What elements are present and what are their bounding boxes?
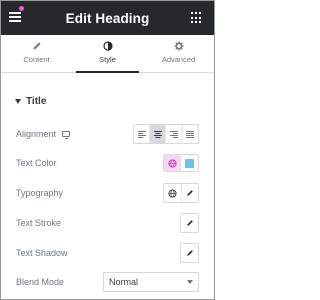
panel-title: Edit Heading	[65, 10, 150, 26]
grid-icon[interactable]	[191, 12, 203, 24]
text-color-picker	[163, 154, 199, 172]
align-center-icon	[153, 130, 162, 138]
align-right-icon	[169, 130, 178, 138]
text-shadow-control: Text Shadow	[16, 242, 199, 264]
typography-actions	[163, 183, 199, 203]
globe-icon	[168, 158, 177, 168]
contrast-icon	[102, 41, 113, 51]
global-typography-button[interactable]	[164, 184, 181, 202]
panel-tabs: Content Style Advanced	[1, 35, 214, 73]
edit-text-stroke-button[interactable]	[180, 213, 199, 233]
hamburger-icon[interactable]	[9, 10, 23, 24]
tab-advanced[interactable]: Advanced	[143, 35, 214, 72]
notification-dot	[19, 6, 24, 11]
caret-down-icon	[15, 99, 21, 104]
tab-content[interactable]: Content	[1, 35, 72, 72]
blend-mode-label: Blend Mode	[16, 277, 65, 287]
tab-label-style: Style	[99, 55, 116, 64]
text-shadow-label: Text Shadow	[16, 248, 68, 258]
gear-icon	[174, 41, 183, 51]
global-color-button[interactable]	[164, 155, 181, 171]
pencil-icon	[33, 42, 40, 50]
section-title: Title	[26, 96, 47, 107]
align-center-button[interactable]	[150, 125, 166, 143]
alignment-label: Alignment	[16, 129, 57, 139]
pencil-icon	[186, 250, 193, 256]
alignment-control: Alignment	[16, 123, 199, 145]
chevron-down-icon	[187, 280, 193, 284]
text-color-control: Text Color	[16, 152, 199, 174]
align-right-button[interactable]	[166, 125, 182, 143]
tab-label-content: Content	[23, 55, 50, 64]
tab-style[interactable]: Style	[72, 35, 143, 73]
text-stroke-control: Text Stroke	[16, 212, 199, 234]
edit-text-shadow-button[interactable]	[180, 243, 199, 263]
edit-typography-button[interactable]	[180, 184, 199, 202]
blend-mode-control: Blend Mode Normal	[16, 271, 199, 293]
align-justify-button[interactable]	[182, 125, 198, 143]
typography-label: Typography	[16, 188, 64, 198]
align-left-icon	[137, 130, 146, 138]
panel-header: Edit Heading	[1, 1, 214, 35]
color-swatch-button[interactable]	[181, 155, 198, 171]
pencil-icon	[186, 190, 193, 196]
globe-icon	[168, 188, 177, 198]
blend-mode-select[interactable]: Normal	[103, 272, 199, 292]
align-justify-icon	[186, 130, 194, 138]
alignment-choices	[133, 124, 199, 144]
editor-panel: Edit Heading Content Style Advanced Titl…	[0, 0, 215, 300]
section-title-toggle[interactable]: Title	[15, 96, 46, 107]
text-stroke-label: Text Stroke	[16, 218, 62, 228]
text-color-label: Text Color	[16, 158, 57, 168]
tab-label-advanced: Advanced	[161, 55, 196, 64]
typography-control: Typography	[16, 182, 199, 204]
desktop-icon[interactable]	[62, 131, 71, 139]
pencil-icon	[186, 220, 193, 226]
align-left-button[interactable]	[134, 125, 150, 143]
color-swatch	[185, 158, 194, 168]
blend-mode-value: Normal	[109, 277, 139, 287]
